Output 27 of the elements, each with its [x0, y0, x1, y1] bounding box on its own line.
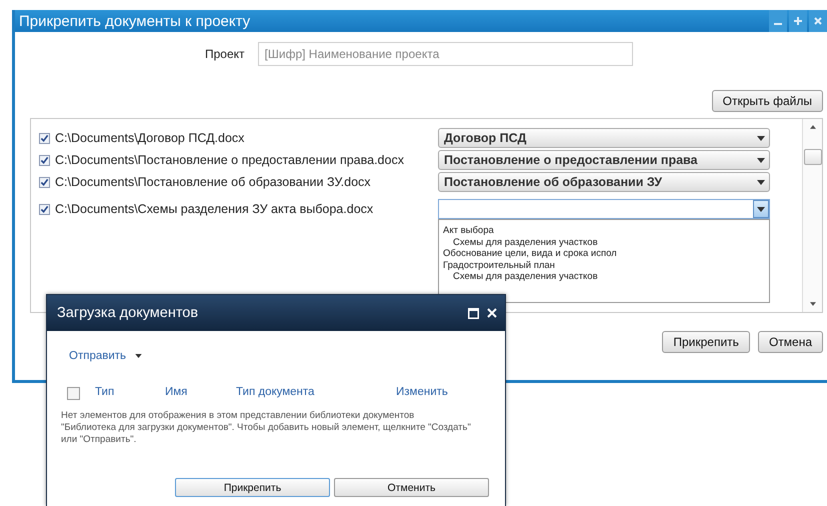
send-menu-link[interactable]: Отправить — [69, 350, 126, 362]
open-files-button[interactable]: Открыть файлы — [712, 90, 823, 112]
document-type-select[interactable]: Постановление об образовании ЗУ — [438, 172, 770, 192]
cancel-button[interactable]: Отменить — [334, 478, 489, 497]
dialog-title: Загрузка документов — [57, 305, 198, 321]
dropdown-option[interactable]: Схемы для разделения участков — [443, 236, 765, 248]
column-header[interactable]: Изменить — [396, 386, 448, 398]
dropdown-option[interactable]: Градостроительный план — [443, 260, 765, 271]
attach-button[interactable]: Прикрепить — [662, 331, 750, 353]
attach-button[interactable]: Прикрепить — [175, 478, 330, 497]
document-type-select[interactable]: Договор ПСД — [438, 128, 770, 148]
file-path: C:\Documents\Постановление об образовании ЗУ.docx — [55, 175, 372, 189]
project-label: Проект — [205, 47, 245, 61]
file-path: C:\Documents\Договор ПСД.docx — [55, 131, 246, 145]
cancel-button[interactable]: Отмена — [758, 331, 823, 353]
file-path: C:\Documents\Постановление о предоставлении права.docx — [55, 153, 405, 167]
column-header[interactable]: Имя — [165, 386, 188, 398]
document-type-select[interactable]: Постановление о предоставлении права — [438, 150, 770, 170]
dropdown-option[interactable]: Обоснование цели, вида и срока испол — [443, 248, 765, 260]
window-title: Прикрепить документы к проекту — [19, 12, 250, 30]
column-header[interactable]: Тип документа — [236, 386, 314, 398]
dropdown-option[interactable]: Схемы для разделения участков — [443, 271, 765, 282]
column-header[interactable]: Тип — [95, 386, 114, 398]
project-field[interactable]: [Шифр] Наименование проекта — [258, 42, 633, 66]
file-path: C:\Documents\Схемы разделения ЗУ акта выбора.docx — [55, 202, 374, 216]
dropdown-option[interactable]: Акт выбора — [443, 225, 765, 236]
empty-message: Нет элементов для отображения в этом представлении библиотеки документов "Библиотека для загрузки документов". Чтобы добавить новый элемент, щелкните "Создать" или "Отправить". — [61, 410, 471, 446]
